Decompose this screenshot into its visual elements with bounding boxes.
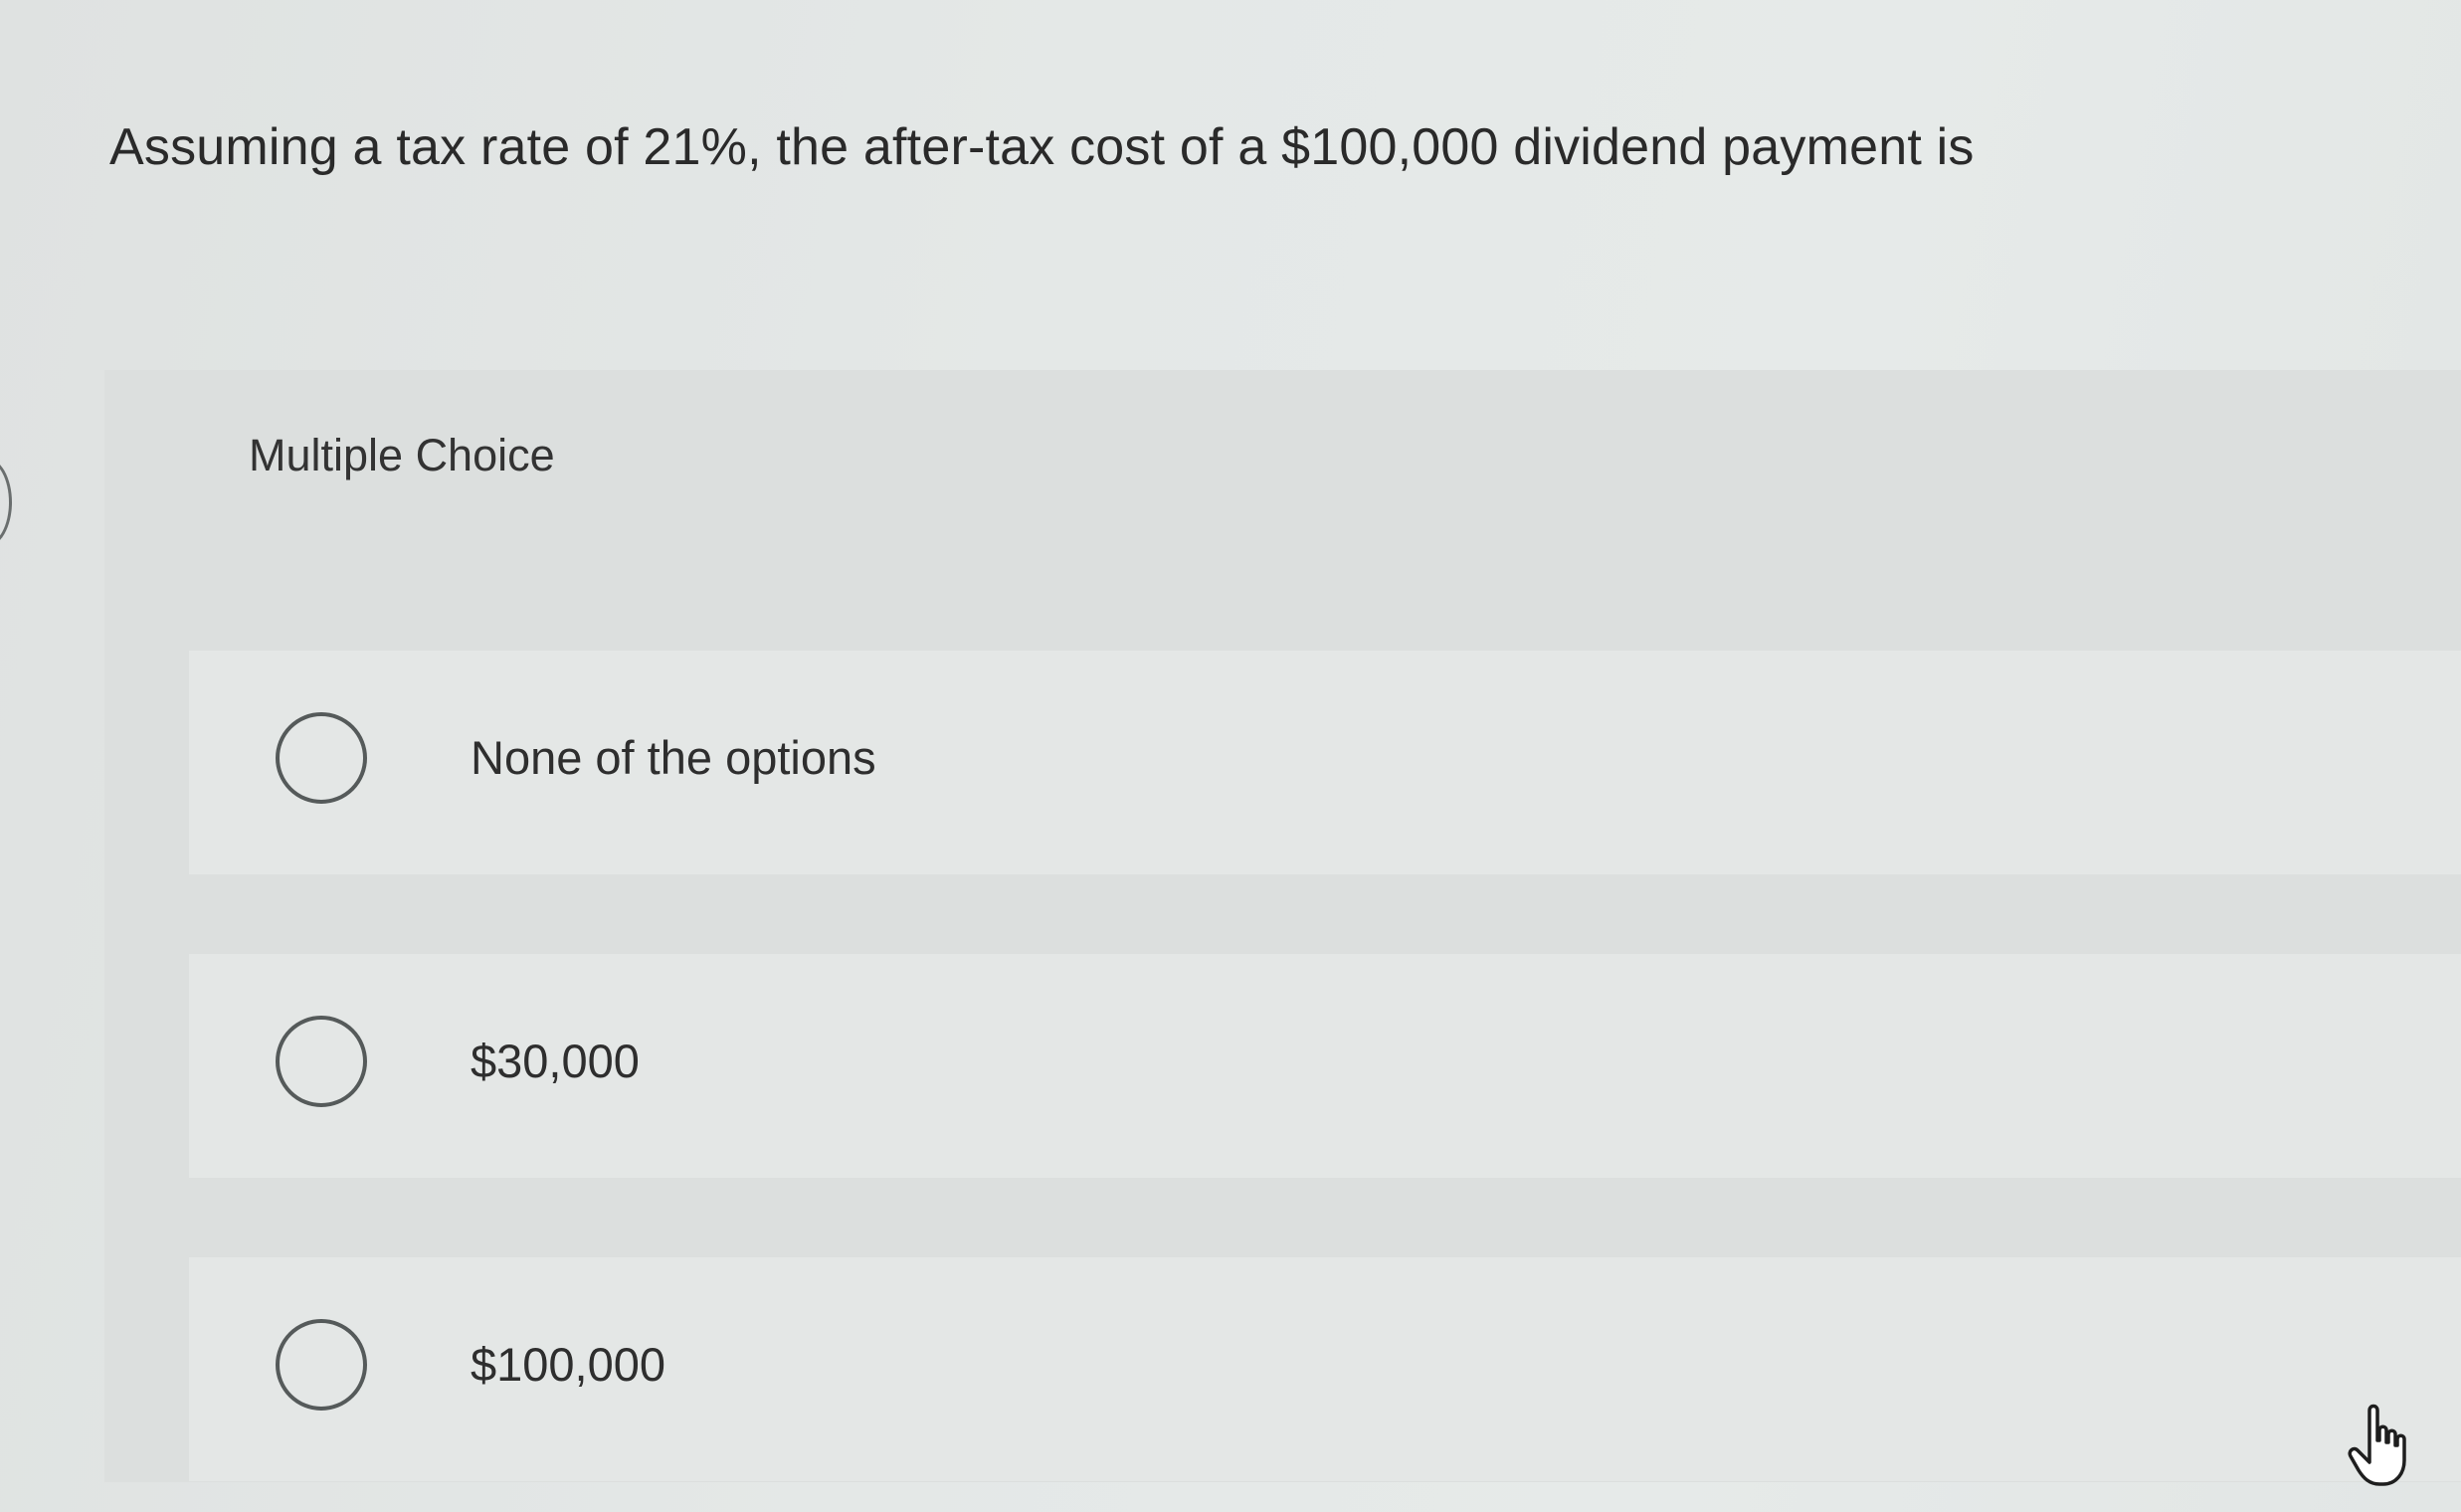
multiple-choice-header: Multiple Choice <box>104 370 2461 539</box>
answer-option-label: None of the options <box>471 731 876 784</box>
hand-pointer-icon <box>2348 1404 2406 1486</box>
answer-option-label: $30,000 <box>471 1035 640 1087</box>
multiple-choice-label: Multiple Choice <box>249 430 555 480</box>
multiple-choice-panel: Multiple Choice None of the options $30,… <box>104 370 2461 1482</box>
radio-button[interactable] <box>276 1319 367 1411</box>
answer-option[interactable]: None of the options <box>189 651 2461 874</box>
question-text: Assuming a tax rate of 21%, the after-ta… <box>109 118 1975 176</box>
answer-option-label: $100,000 <box>471 1338 666 1391</box>
answer-option[interactable]: $30,000 <box>189 954 2461 1178</box>
answer-options: None of the options $30,000 $100,000 <box>189 651 2461 1481</box>
radio-button[interactable] <box>276 1016 367 1107</box>
answer-option[interactable]: $100,000 <box>189 1257 2461 1481</box>
partial-edge-control <box>0 458 12 547</box>
radio-button[interactable] <box>276 712 367 804</box>
